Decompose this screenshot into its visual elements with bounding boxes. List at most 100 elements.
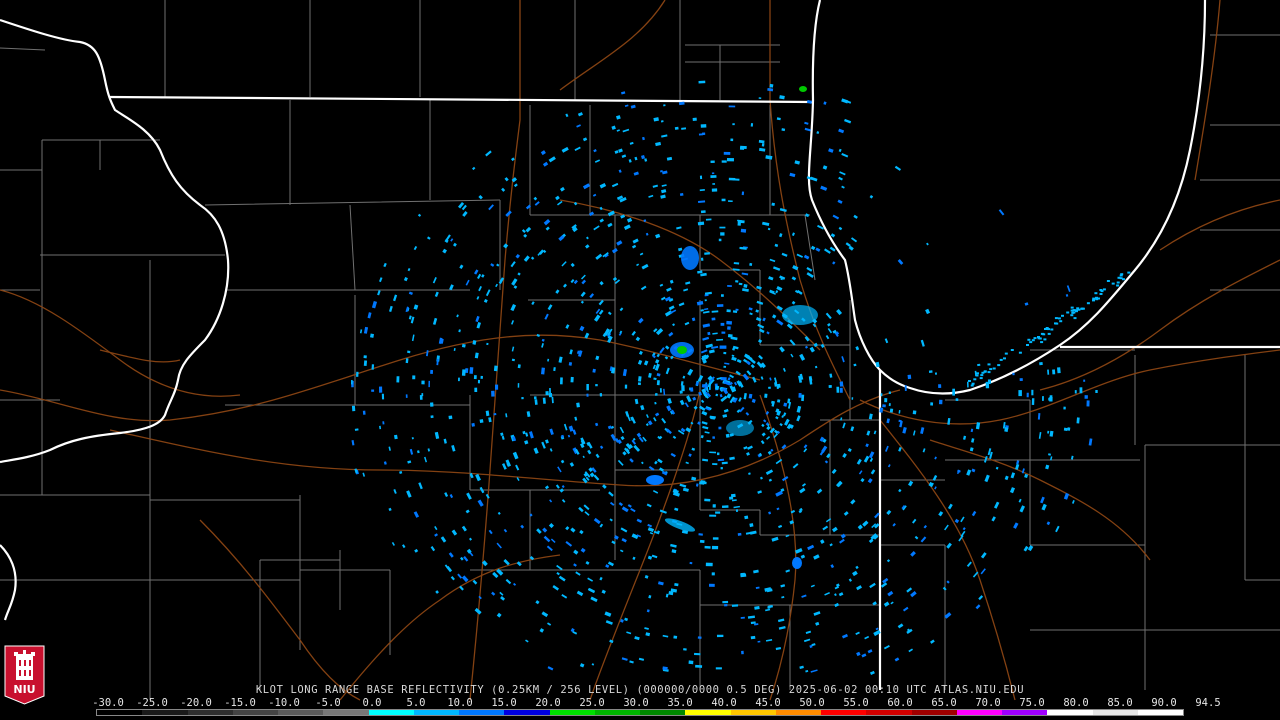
echo-pixel	[728, 105, 736, 108]
echo-pixel	[980, 374, 984, 377]
echo-pixel	[727, 333, 733, 338]
colorbar-label: 60.0	[887, 697, 913, 709]
colorbar-swatch	[1092, 710, 1138, 715]
echo-pixel	[997, 364, 1001, 367]
echo-pixel	[716, 304, 724, 307]
echo-pixel	[699, 539, 705, 544]
echo-pixel	[495, 384, 499, 390]
colorbar-label: 70.0	[975, 697, 1001, 709]
echo-pixel	[1097, 297, 1100, 300]
echo-pixel	[1003, 357, 1006, 360]
echo-pixel	[743, 284, 748, 288]
echo-pixel	[396, 376, 400, 383]
echo-pixel	[700, 124, 707, 128]
echo-pixel	[769, 83, 774, 88]
echo-pixel	[1057, 317, 1061, 320]
echo-pixel	[719, 345, 727, 349]
echo-pixel	[673, 635, 678, 639]
echo-pixel	[749, 523, 754, 528]
echo-pixel	[719, 226, 726, 229]
colorbar-label: -30.0	[92, 697, 124, 709]
echo-pixel	[711, 172, 715, 175]
echo-pixel	[987, 379, 992, 384]
echo-pixel	[723, 351, 727, 355]
echo-pixel	[430, 402, 434, 407]
echo-pixel	[737, 222, 741, 226]
echo-pixel	[880, 393, 883, 397]
echo-pixel	[715, 511, 721, 514]
colorbar-label: 0.0	[362, 697, 382, 709]
echo-pixel	[987, 363, 991, 366]
echo-pixel	[1117, 276, 1121, 279]
echo-pixel	[1070, 314, 1074, 317]
echo-pixel	[764, 393, 768, 398]
echo-pixel	[1122, 278, 1125, 281]
echo-pixel	[1031, 339, 1035, 342]
echo-pixel	[1012, 372, 1015, 376]
echo-pixel	[721, 160, 727, 163]
echo-pixel	[405, 358, 409, 364]
echo-pixel	[725, 433, 730, 438]
echo-pixel	[749, 262, 753, 267]
colorbar-label: 55.0	[843, 697, 869, 709]
echo-pixel	[542, 397, 546, 404]
echo-pixel	[851, 397, 854, 400]
echo-pixel	[1043, 338, 1047, 341]
echo-pixel	[712, 436, 716, 439]
colorbar-swatch	[278, 710, 324, 715]
echo-pixel	[1086, 302, 1090, 305]
echo-pixel	[1074, 390, 1077, 394]
colorbar-labels: -30.0 -25.0 -20.0 -15.0 -10.0 -5.0 0.0 5.0 10.0 1…	[92, 697, 1220, 709]
echo-pixel	[1031, 389, 1034, 396]
echo-pixel	[884, 398, 888, 403]
echo-pixel	[1067, 427, 1071, 431]
echo-pixel	[1031, 398, 1035, 405]
colorbar-swatch	[911, 710, 957, 715]
echo-pixel	[371, 389, 375, 392]
colorbar-swatch	[821, 710, 867, 715]
echo-pixel	[934, 372, 938, 375]
echo-pixel	[697, 636, 702, 639]
echo-pixel	[1054, 322, 1057, 325]
echo-pixel	[517, 364, 521, 369]
echo-pixel	[679, 192, 684, 197]
colorbar-swatch	[956, 710, 1002, 715]
echo-pixel	[720, 322, 725, 326]
echo-pixel	[1066, 311, 1070, 314]
echo-pixel	[715, 667, 722, 670]
echo-pixel	[758, 97, 762, 99]
echo-pixel	[521, 396, 524, 400]
echo-pixel	[750, 635, 756, 640]
echo-pixel	[695, 664, 703, 668]
echo-pixel	[370, 333, 375, 338]
echo-pixel	[704, 252, 710, 255]
echo-pixel	[741, 650, 744, 655]
colorbar-swatch	[1002, 710, 1048, 715]
echo-pixel	[592, 368, 596, 373]
colorbar-swatch	[323, 710, 369, 715]
echo-pixel	[656, 380, 660, 386]
echo-pixel	[718, 426, 722, 430]
colorbar-swatch	[142, 710, 188, 715]
echo-pixel	[718, 238, 722, 242]
echo-pixel	[493, 365, 498, 372]
echo-pixel	[688, 660, 694, 665]
colorbar-swatch	[97, 710, 143, 715]
niu-tower-icon	[14, 650, 35, 680]
echo-pixel	[430, 415, 434, 419]
echo-pixel	[517, 383, 520, 388]
echo-pixel	[720, 294, 724, 297]
echo-pixel	[654, 393, 658, 396]
echo-pixel	[730, 493, 736, 498]
echo-pixel	[889, 408, 894, 413]
echo-pixel	[694, 652, 701, 656]
echo-pixel	[798, 392, 802, 398]
echo-pixel	[586, 393, 589, 397]
echo-pixel	[1004, 427, 1009, 432]
echo-pixel	[474, 387, 478, 392]
echo-pixel	[469, 367, 474, 374]
echo-pixel	[461, 343, 466, 348]
echo-pixel	[1045, 327, 1049, 329]
echo-pixel	[882, 404, 886, 408]
echo-pixel	[1018, 351, 1022, 354]
